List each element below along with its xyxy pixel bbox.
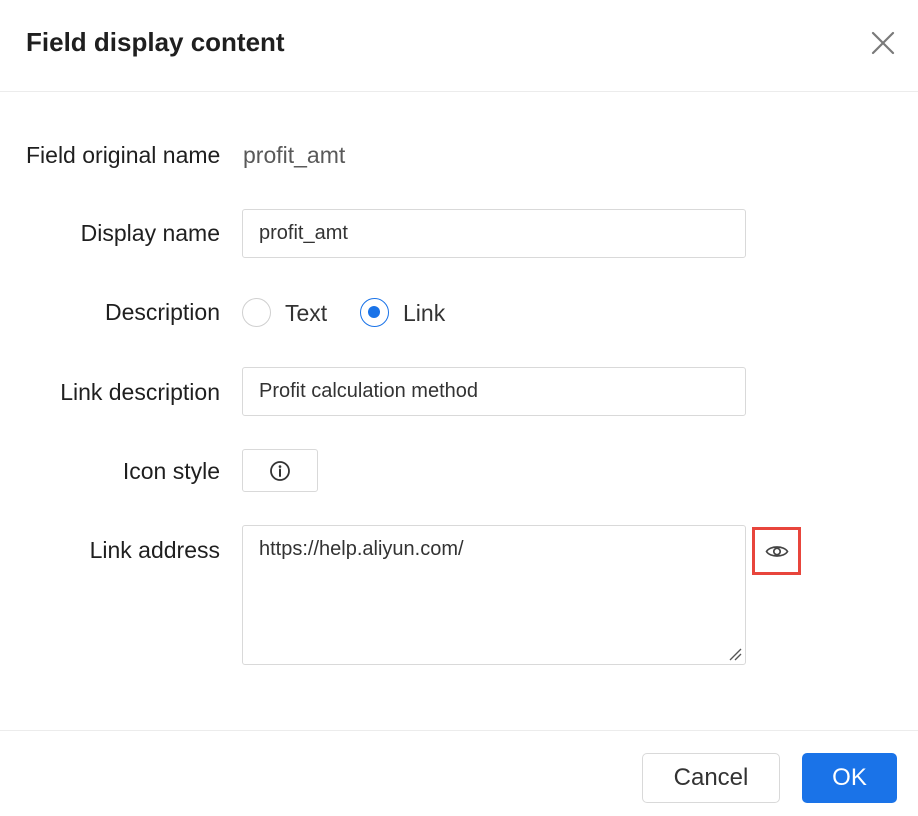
eye-icon [765, 546, 789, 557]
radio-selected-dot [368, 306, 380, 318]
dialog-header: Field display content [0, 0, 918, 92]
original-name-label: Field original name [26, 142, 221, 168]
link-description-label: Link description [60, 379, 220, 405]
original-name-value: profit_amt [243, 142, 346, 168]
radio-text-label: Text [285, 300, 328, 326]
resize-handle-icon[interactable] [728, 647, 742, 661]
link-address-textarea[interactable]: https://help.aliyun.com/ [242, 525, 746, 665]
field-display-dialog: Field display content Field original nam… [0, 0, 918, 816]
dialog-footer: Cancel OK [0, 730, 918, 816]
radio-link-circle[interactable] [360, 298, 389, 327]
display-name-input[interactable] [242, 209, 746, 258]
radio-link-label: Link [403, 300, 446, 326]
close-icon [871, 31, 895, 55]
description-label: Description [104, 299, 220, 325]
info-circle-icon [270, 461, 290, 481]
icon-style-select[interactable] [242, 449, 318, 492]
dialog-title: Field display content [26, 27, 285, 57]
link-preview-button[interactable] [752, 527, 801, 575]
display-name-label: Display name [80, 220, 220, 246]
ok-button[interactable]: OK [802, 753, 897, 803]
close-button[interactable] [866, 26, 900, 60]
link-address-label: Link address [89, 537, 220, 563]
radio-text-circle[interactable] [242, 298, 271, 327]
link-description-input[interactable] [242, 367, 746, 416]
icon-style-label: Icon style [122, 458, 220, 484]
cancel-button[interactable]: Cancel [642, 753, 780, 803]
